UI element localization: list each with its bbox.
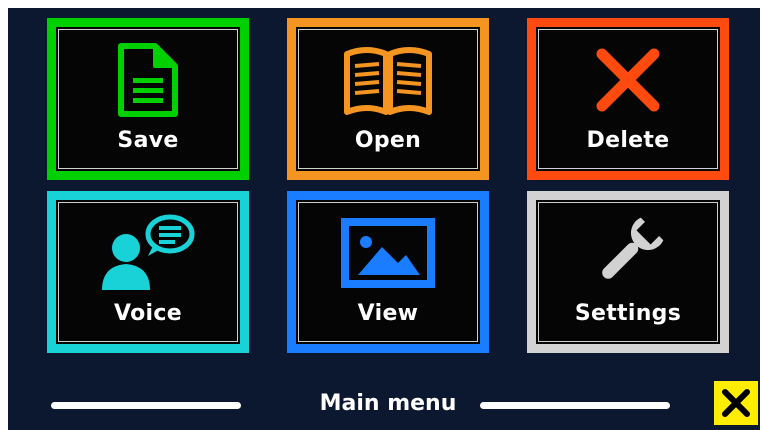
tile-label-save: Save	[117, 128, 179, 153]
voice-button[interactable]: Voice	[47, 191, 249, 353]
image-icon	[296, 212, 480, 294]
open-button[interactable]: Open	[287, 18, 489, 180]
settings-button[interactable]: Settings	[527, 191, 729, 353]
close-x-icon	[536, 39, 720, 121]
tile-label-settings: Settings	[574, 301, 682, 326]
tile-label-voice: Voice	[114, 301, 182, 326]
tile-label-delete: Delete	[586, 128, 670, 153]
document-icon	[56, 39, 240, 121]
close-icon	[722, 389, 750, 417]
close-button[interactable]	[714, 381, 758, 425]
wrench-icon	[536, 212, 720, 294]
tile-label-open: Open	[354, 128, 422, 153]
bottom-bar: Main menu	[8, 378, 760, 430]
delete-button[interactable]: Delete	[527, 18, 729, 180]
voice-speech-icon	[56, 212, 240, 294]
tile-label-view: View	[357, 301, 419, 326]
divider-line-right	[480, 402, 670, 409]
view-button[interactable]: View	[287, 191, 489, 353]
open-book-icon	[296, 39, 480, 121]
main-menu-screen: Save Open Delete Voice View Settings Mai…	[8, 8, 760, 430]
save-button[interactable]: Save	[47, 18, 249, 180]
